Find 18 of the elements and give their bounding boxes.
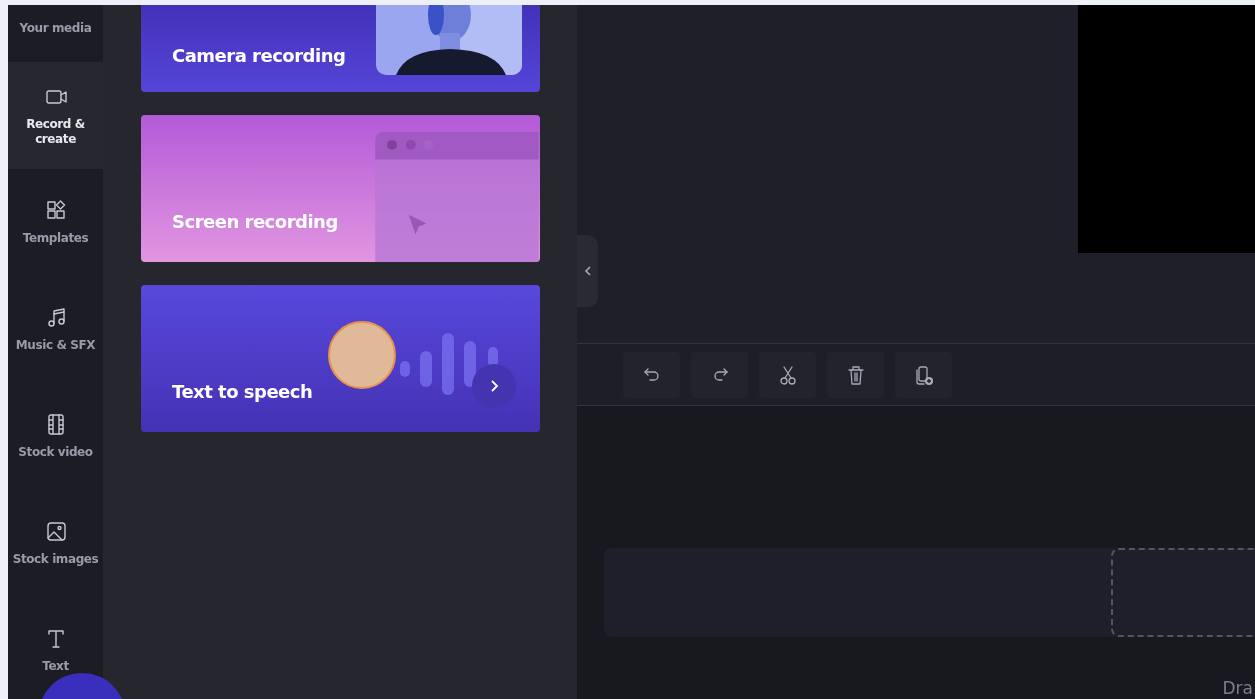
chevron-left-icon: [583, 265, 592, 277]
chevron-right-icon: [489, 379, 499, 393]
image-icon: [44, 520, 67, 542]
card-title: Text to speech: [172, 381, 313, 402]
scissors-button[interactable]: [759, 351, 816, 398]
feature-card[interactable]: Text to speech: [141, 285, 540, 432]
sidebar-item[interactable]: Record & create: [8, 62, 103, 169]
feature-card[interactable]: Camera recording: [141, 5, 540, 92]
drop-zone[interactable]: [1111, 548, 1255, 637]
card-title: Camera recording: [172, 45, 346, 66]
grid-icon: [44, 199, 67, 221]
trash-button[interactable]: [827, 351, 884, 398]
undo-button[interactable]: [623, 351, 680, 398]
card-title: Screen recording: [172, 211, 338, 232]
next-button[interactable]: [472, 364, 516, 408]
redo-button[interactable]: [691, 351, 748, 398]
add-clip-button[interactable]: [895, 351, 952, 398]
drop-hint: Dra: [1222, 678, 1253, 698]
